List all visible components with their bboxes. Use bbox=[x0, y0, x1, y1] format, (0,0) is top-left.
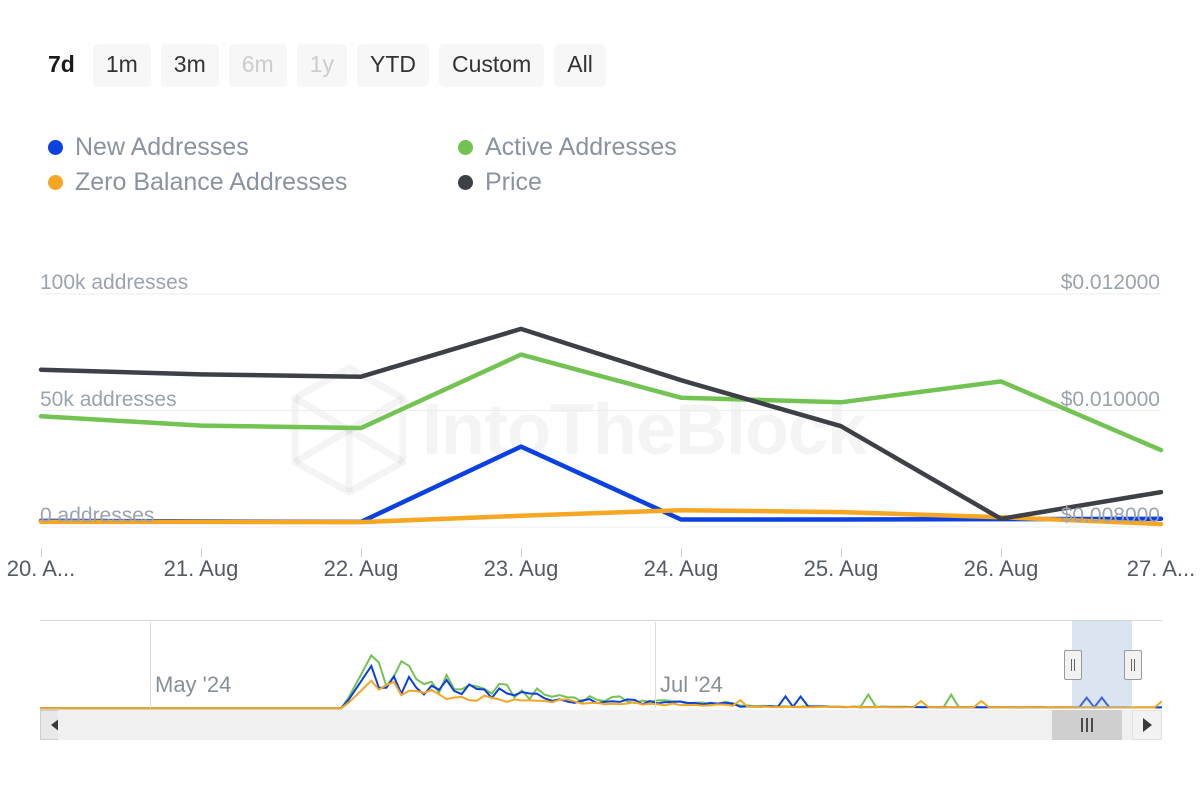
y-axis-label-100k: 100k addresses bbox=[40, 272, 188, 293]
navigator-month-label-jul: Jul '24 bbox=[660, 674, 723, 696]
navigator-gridline bbox=[150, 622, 151, 708]
range-selector: 7d 1m 3m 6m 1y YTD Custom All bbox=[40, 44, 606, 87]
chart-legend: New Addresses Active Addresses Zero Bala… bbox=[48, 130, 808, 200]
x-axis-label: 24. Aug bbox=[644, 558, 719, 580]
y2-axis-label-0008: $0.008000 bbox=[1061, 505, 1160, 526]
navigator-right-handle[interactable] bbox=[1124, 650, 1142, 680]
horizontal-scrollbar[interactable] bbox=[40, 710, 1162, 740]
y-axis-label-50k: 50k addresses bbox=[40, 389, 177, 410]
legend-label-zero-balance-addresses: Zero Balance Addresses bbox=[75, 170, 347, 195]
x-axis-label: 25. Aug bbox=[804, 558, 879, 580]
arrow-right-icon bbox=[1143, 718, 1152, 732]
legend-dot-icon-new-addresses bbox=[48, 140, 63, 155]
x-axis-label: 22. Aug bbox=[324, 558, 399, 580]
chart-series-layer bbox=[0, 265, 1200, 555]
x-axis-label: 26. Aug bbox=[964, 558, 1039, 580]
legend-item-price[interactable]: Price bbox=[458, 170, 808, 195]
y2-axis-label-0010: $0.010000 bbox=[1061, 389, 1160, 410]
range-button-7d[interactable]: 7d bbox=[40, 44, 83, 87]
navigator-left-handle[interactable] bbox=[1064, 650, 1082, 680]
range-button-3m[interactable]: 3m bbox=[161, 44, 219, 87]
series-line-new-addresses bbox=[41, 447, 1161, 522]
navigator-month-label-may: May '24 bbox=[155, 674, 231, 696]
legend-item-active-addresses[interactable]: Active Addresses bbox=[458, 135, 808, 160]
legend-item-zero-balance-addresses[interactable]: Zero Balance Addresses bbox=[48, 170, 458, 195]
scroll-thumb[interactable] bbox=[1052, 710, 1122, 740]
x-axis-label: 23. Aug bbox=[484, 558, 559, 580]
y-axis-label-0: 0 addresses bbox=[40, 505, 154, 526]
scroll-track[interactable] bbox=[58, 710, 1132, 740]
range-button-custom[interactable]: Custom bbox=[439, 44, 544, 87]
y2-axis-label-0012: $0.012000 bbox=[1061, 272, 1160, 293]
chart-navigator[interactable]: May '24 Jul '24 bbox=[40, 620, 1162, 712]
range-button-1m[interactable]: 1m bbox=[93, 44, 151, 87]
x-axis-label: 27. A... bbox=[1127, 558, 1196, 580]
legend-item-new-addresses[interactable]: New Addresses bbox=[48, 135, 458, 160]
x-axis-label: 20. A... bbox=[7, 558, 76, 580]
chart-plot-area: 100k addresses 50k addresses 0 addresses… bbox=[0, 265, 1200, 555]
x-axis: 20. A...21. Aug22. Aug23. Aug24. Aug25. … bbox=[40, 548, 1162, 594]
range-button-6m: 6m bbox=[229, 44, 287, 87]
legend-dot-icon-active-addresses bbox=[458, 140, 473, 155]
legend-dot-icon-zero-balance-addresses bbox=[48, 175, 63, 190]
legend-label-price: Price bbox=[485, 170, 542, 195]
chart-widget: 7d 1m 3m 6m 1y YTD Custom All New Addres… bbox=[0, 0, 1200, 800]
range-button-ytd[interactable]: YTD bbox=[357, 44, 429, 87]
navigator-series-layer bbox=[40, 621, 1162, 712]
legend-label-new-addresses: New Addresses bbox=[75, 135, 249, 160]
legend-dot-icon-price bbox=[458, 175, 473, 190]
range-button-all[interactable]: All bbox=[554, 44, 606, 87]
scroll-right-button[interactable] bbox=[1132, 710, 1162, 740]
x-axis-label: 21. Aug bbox=[164, 558, 239, 580]
legend-label-active-addresses: Active Addresses bbox=[485, 135, 677, 160]
series-line-active-addresses bbox=[41, 355, 1161, 451]
range-button-1y: 1y bbox=[297, 44, 347, 87]
navigator-gridline bbox=[655, 622, 656, 708]
